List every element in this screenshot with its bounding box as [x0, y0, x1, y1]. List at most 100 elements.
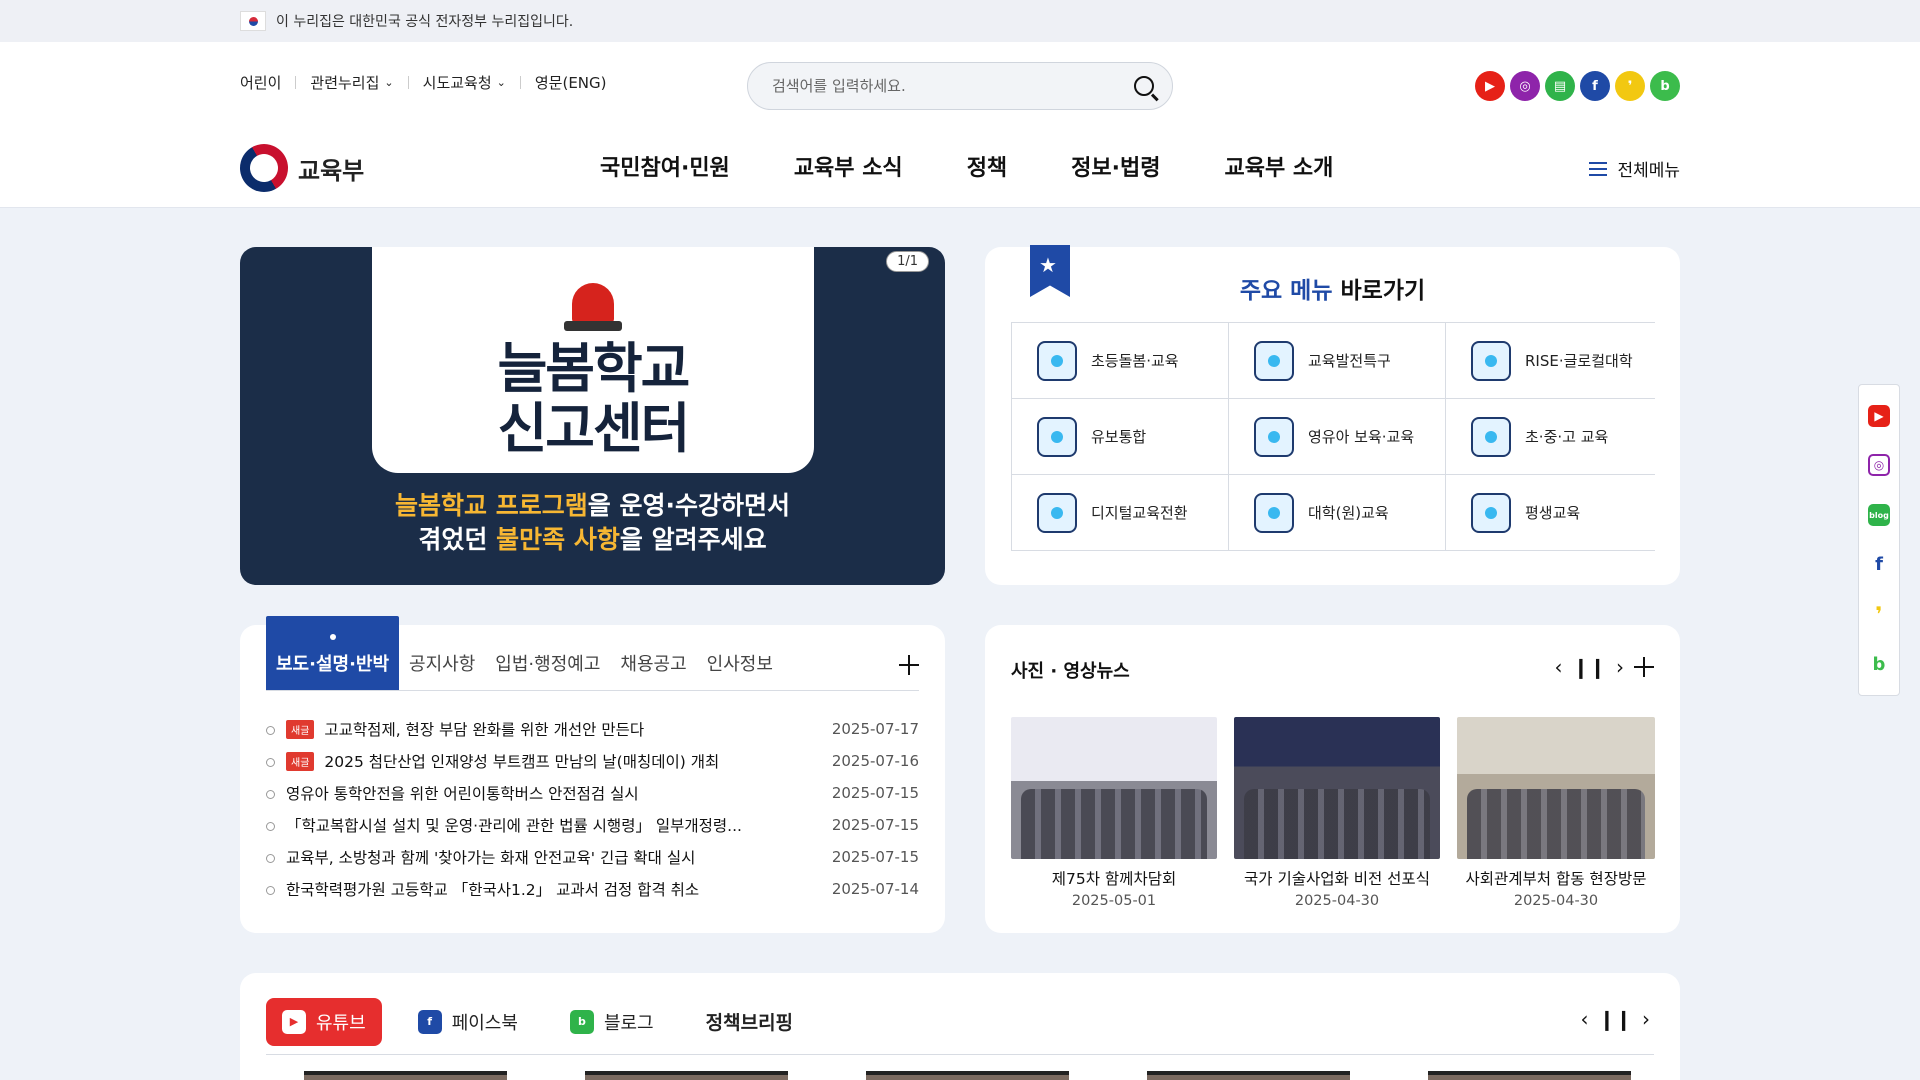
list-item[interactable]: 한국학력평가원 고등학교 「한국사1.2」 교과서 검정 합격 취소 2025-0…	[266, 873, 919, 905]
sns-controls: ‹ ❙❙ ›	[1580, 1007, 1650, 1031]
nav-about[interactable]: 교육부 소개	[1225, 150, 1334, 182]
quick-item-digital[interactable]: 디지털교육전환	[1011, 475, 1228, 551]
offices-dropdown[interactable]: 시도교육청 ⌄	[423, 72, 506, 93]
tab-youtube[interactable]: ▶ 유튜브	[266, 997, 382, 1046]
graduation-cap-icon	[1254, 492, 1294, 533]
nav-participation[interactable]: 국민참여·민원	[600, 150, 730, 182]
photo-people	[1467, 789, 1645, 859]
pause-icon[interactable]: ❙❙	[1572, 655, 1606, 679]
list-item[interactable]: 교육부, 소방청과 함께 '찾아가는 화재 안전교육' 긴급 확대 실시 2025…	[266, 841, 919, 873]
divider	[295, 76, 297, 89]
band-icon[interactable]: b	[1650, 71, 1680, 101]
tab-policy-briefing[interactable]: 정책브리핑	[690, 998, 809, 1046]
list-item[interactable]: 영유아 통학안전을 위한 어린이통학버스 안전점검 실시 2025-07-15	[266, 777, 919, 809]
photo-card[interactable]: 사회관계부처 합동 현장방문 2025-04-30	[1457, 717, 1655, 909]
video-thumb[interactable]	[304, 1071, 507, 1080]
video-thumb[interactable]	[585, 1071, 788, 1080]
pause-icon[interactable]: ❙❙	[1598, 1007, 1632, 1031]
sns-links: ▶ ◎ ▤ f ❜ b	[1475, 71, 1680, 101]
chevron-left-icon[interactable]: ‹	[1554, 655, 1562, 679]
news-board: 보도·설명·반박 공지사항 입법·행정예고 채용공고 인사정보 새글 고교학점제,…	[240, 616, 945, 933]
instagram-icon[interactable]: ◎	[1510, 71, 1540, 101]
news-date: 2025-07-15	[831, 816, 919, 834]
photo-image	[1011, 717, 1217, 859]
tab-press[interactable]: 보도·설명·반박	[266, 616, 400, 690]
chevron-right-icon[interactable]: ›	[1616, 655, 1624, 679]
quick-item-label: 초등돌봄·교육	[1091, 352, 1179, 370]
chevron-right-icon[interactable]: ›	[1642, 1007, 1650, 1031]
quick-item-elementary-care[interactable]: 초등돌봄·교육	[1011, 323, 1228, 399]
nav-info-law[interactable]: 정보·법령	[1071, 150, 1160, 182]
search-input[interactable]	[772, 77, 1134, 95]
chevron-left-icon[interactable]: ‹	[1580, 1007, 1588, 1031]
board-more-plus-icon[interactable]	[899, 655, 919, 675]
quick-item-label: 초·중·고 교육	[1525, 428, 1609, 446]
photo-date: 2025-04-30	[1294, 893, 1380, 909]
monitor-icon	[1037, 492, 1077, 533]
side-sns-rail: ▶ ◎ blog f ❜ b	[1858, 384, 1900, 696]
tab-blog[interactable]: b 블로그	[554, 998, 670, 1046]
tab-facebook[interactable]: f 페이스북	[402, 998, 534, 1046]
tab-personnel[interactable]: 인사정보	[697, 650, 783, 690]
talk-icon[interactable]: ▤	[1545, 71, 1575, 101]
instagram-icon[interactable]: ◎	[1868, 454, 1890, 477]
quick-menu-grid: 초등돌봄·교육 교육발전특구 RISE·글로컬대학 유보통합 영유아 보육·교육…	[1011, 322, 1655, 551]
photo-controls: ‹ ❙❙ ›	[1554, 655, 1654, 679]
english-link[interactable]: 영문(ENG)	[535, 72, 607, 93]
blog-icon[interactable]: blog	[1868, 504, 1890, 527]
nav-news[interactable]: 교육부 소식	[794, 150, 903, 182]
photo-card[interactable]: 국가 기술사업화 비전 선포식 2025-04-30	[1234, 717, 1440, 909]
document-pen-icon	[1471, 416, 1511, 457]
related-sites-dropdown[interactable]: 관련누리집 ⌄	[310, 72, 393, 93]
list-item[interactable]: 「학교복합시설 설치 및 운영·관리에 관한 법률 시행령」 일부개정령... 2…	[266, 809, 919, 841]
nav-policy[interactable]: 정책	[967, 150, 1007, 182]
gov-notice-bar: 이 누리집은 대한민국 공식 전자정부 누리집입니다.	[0, 0, 1920, 42]
quick-title-rest: 바로가기	[1332, 278, 1426, 304]
search-icon[interactable]	[1134, 76, 1154, 96]
all-menu-button[interactable]: 전체메뉴	[1589, 156, 1680, 181]
tab-notice[interactable]: 공지사항	[399, 650, 485, 690]
photo-people	[1244, 789, 1430, 859]
video-thumb[interactable]	[1428, 1071, 1631, 1080]
youtube-icon[interactable]: ▶	[1475, 71, 1505, 101]
photo-more-plus-icon[interactable]	[1634, 657, 1654, 677]
divider	[407, 76, 409, 89]
video-thumb[interactable]	[1147, 1071, 1350, 1080]
quick-item-label: 평생교육	[1525, 504, 1581, 522]
kakao-icon[interactable]: ❜	[1868, 602, 1890, 626]
list-item[interactable]: 새글 2025 첨단산업 인재양성 부트캠프 만남의 날(매칭데이) 개최 2025…	[266, 745, 919, 777]
quick-item-label: 교육발전특구	[1308, 352, 1391, 370]
photo-thumbnails: 제75차 함께차담회 2025-05-01 국가 기술사업화 비전 선포식 20…	[1011, 717, 1655, 909]
banner-sub-text-2a: 겪었던	[418, 525, 497, 554]
new-badge: 새글	[286, 719, 315, 739]
quick-item-lifelong[interactable]: 평생교육	[1445, 475, 1655, 551]
tab-legislation[interactable]: 입법·행정예고	[485, 650, 610, 690]
photo-caption: 국가 기술사업화 비전 선포식	[1244, 870, 1430, 888]
photo-card[interactable]: 제75차 함께차담회 2025-05-01	[1011, 717, 1217, 909]
quick-item-label: RISE·글로컬대학	[1525, 352, 1633, 370]
quick-item-k12[interactable]: 초·중·고 교육	[1445, 399, 1655, 475]
video-thumb[interactable]	[866, 1071, 1069, 1080]
chevron-down-icon: ⌄	[384, 76, 394, 89]
hamburger-icon	[1589, 161, 1608, 176]
quick-item-infant-care[interactable]: 영유아 보육·교육	[1228, 399, 1445, 475]
quick-menu-title: 주요 메뉴 바로가기	[985, 271, 1680, 305]
facebook-icon[interactable]: f	[1868, 554, 1890, 576]
laptop-cap-icon	[1471, 492, 1511, 533]
gov-notice-text: 이 누리집은 대한민국 공식 전자정부 누리집입니다.	[276, 14, 574, 30]
quick-item-integration[interactable]: 유보통합	[1011, 399, 1228, 475]
band-icon[interactable]: b	[1868, 653, 1890, 675]
site-logo[interactable]: 교육부	[231, 135, 364, 201]
tab-recruit[interactable]: 채용공고	[610, 650, 696, 690]
list-item[interactable]: 새글 고교학점제, 현장 부담 완화를 위한 개선안 만든다 2025-07-17	[266, 713, 919, 745]
main-banner[interactable]: 늘봄학교 신고센터 1/1 늘봄학교 프로그램을 운영·수강하면서 겪었던 불만…	[240, 247, 945, 585]
quick-item-rise[interactable]: RISE·글로컬대학	[1445, 323, 1655, 399]
banner-sub-text-1: 을 운영·수강하면서	[587, 491, 790, 520]
facebook-icon[interactable]: f	[1580, 71, 1610, 101]
quick-item-university[interactable]: 대학(원)교육	[1228, 475, 1445, 551]
sprout-icon	[1037, 340, 1077, 381]
youtube-icon[interactable]: ▶	[1868, 404, 1890, 427]
kakao-icon[interactable]: ❜	[1615, 71, 1645, 101]
kids-link[interactable]: 어린이	[240, 72, 281, 93]
quick-item-edu-zone[interactable]: 교육발전특구	[1228, 323, 1445, 399]
